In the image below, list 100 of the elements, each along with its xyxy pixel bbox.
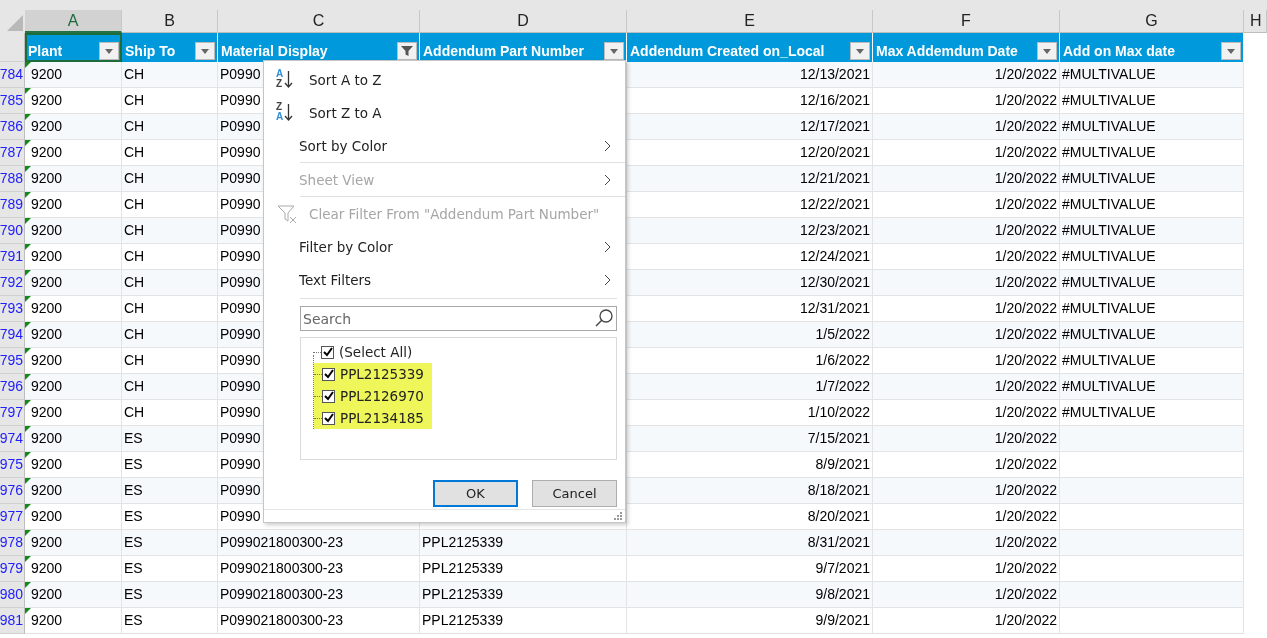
table-cell-text: CH <box>124 91 145 110</box>
table-cell-text: P099021800300-23 <box>220 559 343 578</box>
table-cell-text: PPL2125339 <box>422 533 503 552</box>
table-cell-text: 9200 <box>31 195 63 214</box>
table-cell-text: ES <box>124 507 143 526</box>
table-cell-text: CH <box>124 143 145 162</box>
table-cell-text: CH <box>124 169 145 188</box>
row-number[interactable]: 981 <box>0 608 25 634</box>
table-cell-text: 1/20/2022 <box>994 91 1057 110</box>
table-cell-text: P0990 <box>220 247 261 266</box>
filter-dropdown-button[interactable] <box>1037 42 1057 60</box>
table-cell-text: 12/24/2021 <box>799 247 870 266</box>
table-cell-text: P0990 <box>220 221 261 240</box>
table-cell-text: 9200 <box>31 377 63 396</box>
table-cell-text: 12/22/2021 <box>799 195 870 214</box>
table-cell-text: P0990 <box>220 91 261 110</box>
row-number[interactable]: 796 <box>0 374 25 400</box>
checkbox[interactable] <box>322 367 335 381</box>
table-cell-text: 9200 <box>31 429 63 448</box>
search-field[interactable]: Search <box>300 306 617 331</box>
row-number[interactable]: 979 <box>0 556 25 582</box>
table-cell-text: #MULTIVALUE <box>1062 403 1156 422</box>
row-number[interactable]: 795 <box>0 348 25 374</box>
row-number[interactable]: 789 <box>0 192 25 218</box>
row-number[interactable]: 791 <box>0 244 25 270</box>
table-cell-text: 12/31/2021 <box>799 299 870 318</box>
table-cell-text: P0990 <box>220 299 261 318</box>
menu-item[interactable]: Sort by Color <box>264 129 625 162</box>
error-indicator-icon <box>25 244 31 250</box>
table-cell-text: 1/20/2022 <box>994 585 1057 604</box>
checkbox[interactable] <box>322 411 335 425</box>
resize-grip-icon[interactable] <box>614 512 622 520</box>
search-icon[interactable] <box>594 308 614 328</box>
table-cell-text: 1/20/2022 <box>994 455 1057 474</box>
filter-dropdown-button[interactable] <box>604 42 624 60</box>
row-number[interactable]: 784 <box>0 62 25 88</box>
ok-button[interactable]: OK <box>433 480 518 507</box>
table-cell-text: 9/7/2021 <box>815 559 870 578</box>
column-header[interactable]: D <box>420 10 627 33</box>
table-cell-text: 9200 <box>31 221 63 240</box>
table-cell-text: P0990 <box>220 429 261 448</box>
row-number[interactable]: 793 <box>0 296 25 322</box>
table-cell-text: ES <box>124 455 143 474</box>
cancel-button[interactable]: Cancel <box>532 480 617 507</box>
menu-item[interactable]: Filter by Color <box>264 230 625 263</box>
table-cell-text: 8/20/2021 <box>807 507 870 526</box>
column-header[interactable]: G <box>1060 10 1244 33</box>
column-header[interactable]: E <box>627 10 873 33</box>
menu-item[interactable]: Z A Sort Z to A <box>264 96 625 129</box>
menu-item[interactable]: A Z Sort A to Z <box>264 63 625 96</box>
checkbox[interactable] <box>322 389 335 403</box>
row-number[interactable]: 786 <box>0 114 25 140</box>
table-cell-text: 1/20/2022 <box>994 65 1057 84</box>
row-number[interactable]: 975 <box>0 452 25 478</box>
row-number[interactable]: 976 <box>0 478 25 504</box>
table-cell-text: CH <box>124 195 145 214</box>
table-cell-text: 9200 <box>31 559 63 578</box>
column-header[interactable]: B <box>122 10 218 33</box>
table-cell-text: 8/31/2021 <box>807 533 870 552</box>
table-cell-text: CH <box>124 221 145 240</box>
table-cell-text: CH <box>124 117 145 136</box>
row-number[interactable]: 787 <box>0 140 25 166</box>
table-cell-text: #MULTIVALUE <box>1062 143 1156 162</box>
row-number[interactable]: 794 <box>0 322 25 348</box>
header-label: Addendum Created on_Local <box>630 42 825 60</box>
column-header[interactable]: A <box>25 10 122 33</box>
list-item[interactable]: (Select All) <box>313 341 421 363</box>
column-header[interactable]: H <box>1244 10 1267 33</box>
caret-icon <box>610 48 618 54</box>
row-number[interactable]: 785 <box>0 88 25 114</box>
table-cell-text: #MULTIVALUE <box>1062 117 1156 136</box>
row-number[interactable]: 792 <box>0 270 25 296</box>
row-number[interactable]: 978 <box>0 530 25 556</box>
filter-dropdown-button[interactable] <box>1221 42 1241 60</box>
column-header[interactable]: C <box>218 10 420 33</box>
table-cell-text: #MULTIVALUE <box>1062 169 1156 188</box>
checkbox[interactable] <box>321 345 334 359</box>
table-cell-text: 1/10/2022 <box>807 403 870 422</box>
table-cell-text: 9200 <box>31 507 63 526</box>
column-header[interactable]: F <box>873 10 1060 33</box>
row-number[interactable]: 977 <box>0 504 25 530</box>
row-number[interactable]: 980 <box>0 582 25 608</box>
filter-dropdown-button[interactable] <box>195 42 215 60</box>
row-number[interactable]: 790 <box>0 218 25 244</box>
table-cell-text: 1/20/2022 <box>994 429 1057 448</box>
row-number[interactable]: 974 <box>0 426 25 452</box>
filter-dropdown-button[interactable] <box>397 42 417 60</box>
filter-dropdown-button[interactable] <box>99 42 119 60</box>
error-indicator-icon <box>25 374 31 380</box>
list-item[interactable]: PPL2125339 <box>314 363 432 385</box>
filter-dropdown-button[interactable] <box>850 42 870 60</box>
row-number[interactable]: 797 <box>0 400 25 426</box>
row-number[interactable]: 788 <box>0 166 25 192</box>
list-item[interactable]: PPL2134185 <box>314 407 432 429</box>
header-label: Ship To <box>125 42 176 60</box>
list-item[interactable]: PPL2126970 <box>314 385 432 407</box>
table-cell-text: ES <box>124 481 143 500</box>
header-label: Add on Max date <box>1063 42 1175 60</box>
menu-item[interactable]: Text Filters <box>264 263 625 296</box>
chevron-right-icon <box>604 240 611 253</box>
